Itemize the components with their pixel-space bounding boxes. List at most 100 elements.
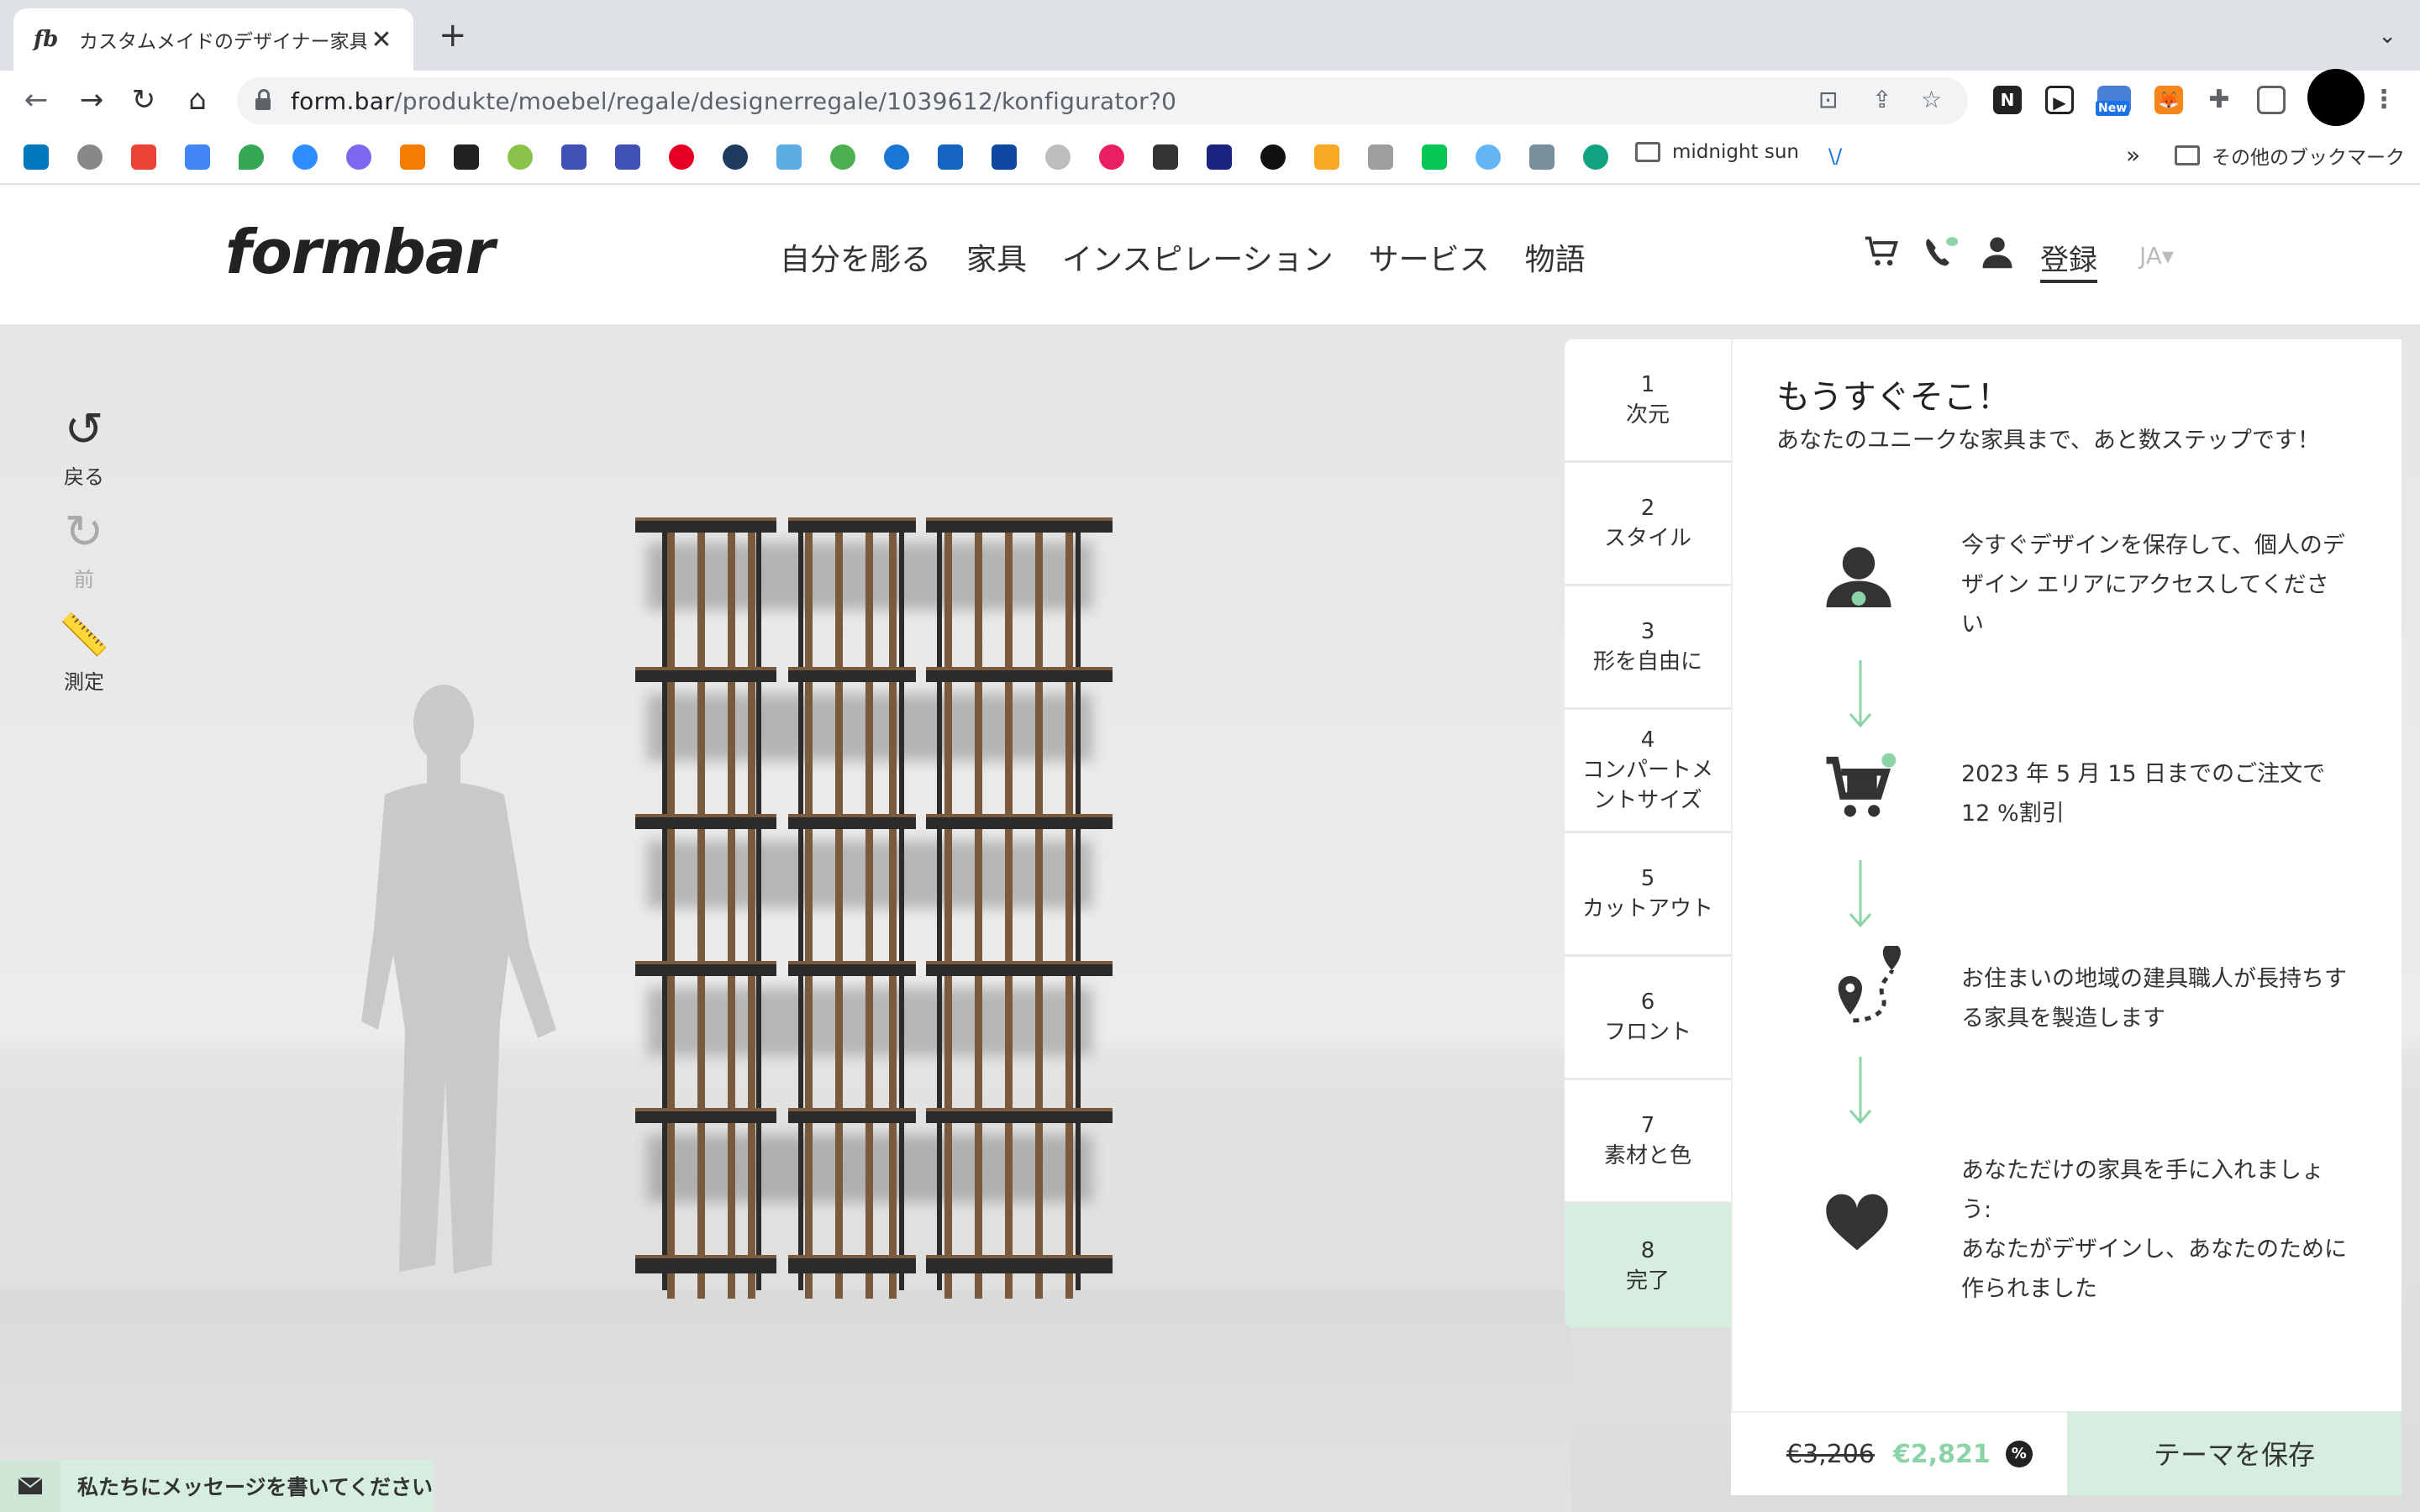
step-6-front[interactable]: 6 フロント <box>1565 957 1731 1080</box>
reload-icon[interactable]: ↻ <box>124 81 163 119</box>
message-us-bar[interactable]: 私たちにメッセージを書いてください <box>0 1460 434 1512</box>
account-icon[interactable] <box>1980 234 2015 270</box>
nav-item-furniture[interactable]: 家具 <box>966 235 1027 279</box>
step-7-material-color[interactable]: 7 素材と色 <box>1565 1080 1731 1204</box>
maps-bookmark-icon[interactable] <box>239 144 264 170</box>
new-tab-button[interactable]: + <box>439 18 467 52</box>
arrow-down-icon <box>1849 660 1872 728</box>
globe-bookmark-icon[interactable] <box>1476 144 1501 170</box>
redo-tool[interactable]: ↻ 前 <box>50 507 118 592</box>
translate-icon[interactable]: ⊡ <box>1818 86 1838 113</box>
folder-icon <box>1635 142 1660 162</box>
user-icon <box>1826 547 1891 607</box>
extensions-puzzle-icon[interactable]: ✚ <box>2205 86 2233 114</box>
step-2-style[interactable]: 2 スタイル <box>1565 463 1731 586</box>
redo-icon: ↻ <box>64 505 104 559</box>
nav-item-inspiration[interactable]: インスピレーション <box>1062 235 1334 279</box>
step-4-compartment-size[interactable]: 4 コンパートメ ントサイズ <box>1565 710 1731 833</box>
chatgpt-bookmark-icon[interactable] <box>1583 144 1608 170</box>
miro-bookmark-icon[interactable] <box>1314 144 1339 170</box>
pinterest-bookmark-icon[interactable] <box>669 144 694 170</box>
side-panel-icon[interactable] <box>2257 86 2286 114</box>
bookmark-folder-midnight-sun[interactable]: midnight sun <box>1635 141 1799 163</box>
zoom-bookmark-icon[interactable] <box>292 144 318 170</box>
configurator-steps: 1 次元 2 スタイル 3 形を自由に 4 コンパートメ ントサイズ 5 カットアウト 6… <box>1565 339 1731 1327</box>
step-5-cutout[interactable]: 5 カットアウト <box>1565 833 1731 957</box>
save-design-button[interactable]: テーマを保存 <box>2067 1411 2402 1495</box>
main-nav: 自分を彫る 家具 インスピレーション サービス 物語 <box>780 235 1586 279</box>
site-header: formbar 自分を彫る 家具 インスピレーション サービス 物語 登録 JA… <box>0 185 2420 324</box>
other-bookmarks-folder[interactable]: その他のブックマーク <box>2175 141 2405 170</box>
tab-close-icon[interactable]: ✕ <box>366 25 397 55</box>
arrow-bookmark-icon-2[interactable] <box>615 144 640 170</box>
video-extension-icon[interactable]: ▶ <box>2045 86 2074 114</box>
bookmarks-overflow-icon[interactable]: » <box>2126 141 2140 169</box>
bracket-bookmark-icon[interactable] <box>992 144 1017 170</box>
chart-bookmark-icon[interactable] <box>776 144 802 170</box>
nav-item-story[interactable]: 物語 <box>1525 235 1586 279</box>
openai-bookmark-icon[interactable] <box>1260 144 1286 170</box>
pink-bookmark-icon[interactable] <box>1099 144 1124 170</box>
nav-item-service[interactable]: サービス <box>1369 235 1490 279</box>
profile-avatar[interactable] <box>2307 69 2365 126</box>
tab-search-chevron-icon[interactable]: ⌄ <box>2378 24 2396 49</box>
panel-subtitle: あなたのユニークな家具まで、あと数ステップです！ <box>1776 428 2320 454</box>
register-link[interactable]: 登録 <box>2040 237 2097 283</box>
discount-percent-icon[interactable]: % <box>2005 1441 2033 1467</box>
address-bar[interactable]: form.bar/produkte/moebel/regale/designer… <box>237 77 1968 124</box>
building-bookmark-icon[interactable] <box>1529 144 1555 170</box>
oo-bookmark-icon[interactable] <box>938 144 963 170</box>
cloud-bookmark-icon[interactable] <box>884 144 909 170</box>
human-silhouette <box>361 685 556 1273</box>
dark-bookmark-icon[interactable] <box>723 144 748 170</box>
cart-discount-icon <box>1826 753 1897 817</box>
undo-tool[interactable]: ↺ 戻る <box>50 405 118 490</box>
forward-arrow-icon[interactable]: → <box>72 81 111 119</box>
language-selector[interactable]: JA▾ <box>2139 242 2174 270</box>
cart-icon[interactable] <box>1864 234 1901 270</box>
step-8-finish[interactable]: 8 完了 <box>1565 1204 1731 1327</box>
gmail-bookmark-icon[interactable] <box>131 144 156 170</box>
url-text: form.bar/produkte/moebel/regale/designer… <box>291 87 1177 115</box>
pen-bookmark-icon[interactable] <box>1153 144 1178 170</box>
shelf-3d-model[interactable] <box>622 517 1126 1307</box>
green-star-bookmark-icon[interactable] <box>508 144 533 170</box>
nav-item-design[interactable]: 自分を彫る <box>780 235 931 279</box>
home-icon[interactable]: ⌂ <box>178 81 217 119</box>
calendar-bookmark-icon[interactable] <box>185 144 210 170</box>
amazon-bookmark-icon[interactable] <box>454 144 479 170</box>
completion-panel: もうすぐそこ！ あなたのユニークな家具まで、あと数ステップです！ 今すぐデザイン… <box>1731 339 2402 1411</box>
smile-bookmark-icon[interactable] <box>1045 144 1071 170</box>
browser-tab-bar: fb カスタムメイドのデザイナー家具の ✕ + ⌄ <box>0 0 2420 71</box>
feature-text-save: 今すぐデザインを保存して、個人のデザイン エリアにアクセスしてください <box>1961 533 2345 638</box>
panel-title: もうすぐそこ！ <box>1776 378 2011 417</box>
blue-bookmark-icon[interactable] <box>1207 144 1232 170</box>
back-arrow-icon[interactable]: ← <box>17 81 55 119</box>
line-bookmark-icon[interactable] <box>1422 144 1447 170</box>
chrome-menu-icon[interactable]: ⋮ <box>2370 86 2398 114</box>
green-circle-bookmark-icon[interactable] <box>830 144 855 170</box>
database-bookmark-icon[interactable] <box>77 144 103 170</box>
circle-bookmark-icon[interactable] <box>346 144 371 170</box>
phone-chat-icon[interactable] <box>1921 234 1960 270</box>
new-extension-icon[interactable]: New <box>2096 86 2131 116</box>
bookmark-star-icon[interactable]: ☆ <box>1921 86 1942 113</box>
notion-extension-icon[interactable]: N <box>1993 86 2022 114</box>
ruler-icon: 📏 <box>59 612 109 659</box>
arrow-bookmark-icon-1[interactable] <box>561 144 587 170</box>
old-price: €3,206 <box>1786 1439 1875 1469</box>
shelf-posts <box>667 526 1073 1299</box>
camera-bookmark-icon[interactable] <box>1368 144 1393 170</box>
orange-bookmark-icon[interactable] <box>400 144 425 170</box>
vee-bookmark-icon[interactable]: \/ <box>1828 144 1854 170</box>
browser-tab-active[interactable]: fb カスタムメイドのデザイナー家具の ✕ <box>13 8 413 71</box>
share-icon[interactable]: ⇪ <box>1872 86 1891 113</box>
discounted-price: €2,821 <box>1892 1439 1991 1469</box>
step-3-free-shape[interactable]: 3 形を自由に <box>1565 586 1731 710</box>
step-1-dimensions[interactable]: 1 次元 <box>1565 339 1731 463</box>
measure-tool[interactable]: 📏 測定 <box>50 610 118 695</box>
trello-bookmark-icon[interactable] <box>24 144 49 170</box>
metamask-fox-icon[interactable]: 🦊 <box>2154 86 2183 114</box>
formbar-logo[interactable]: formbar <box>225 217 495 287</box>
heart-icon <box>1826 1194 1888 1251</box>
